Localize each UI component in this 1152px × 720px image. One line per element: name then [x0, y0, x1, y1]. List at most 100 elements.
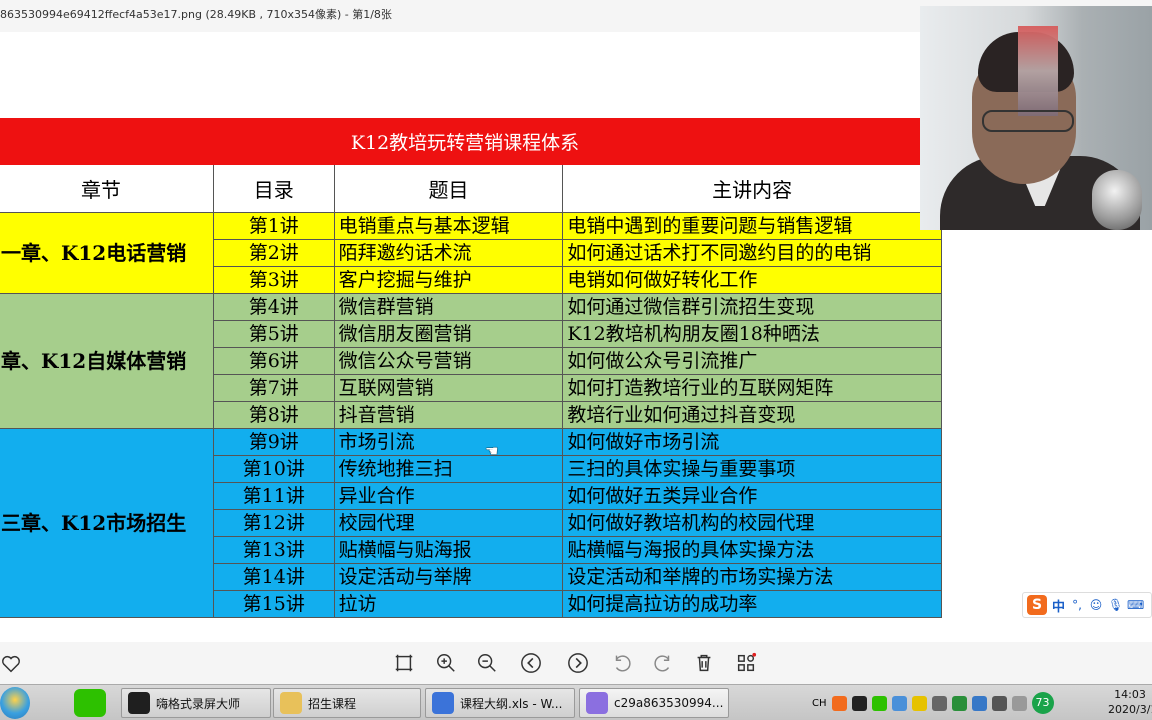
chapter-cell: 一章、K12电话营销	[0, 212, 214, 294]
topic-cell: 微信公众号营销	[333, 347, 564, 375]
ime-lang[interactable]: 中	[1052, 596, 1065, 615]
chapter-cell: 章、K12自媒体营销	[0, 293, 214, 429]
table-caption: K12教培玩转营销课程体系	[0, 118, 942, 165]
lecture-number-cell: 第9讲	[212, 428, 335, 456]
emoji-icon[interactable]: ☺	[1089, 598, 1103, 612]
chapter-cell: 三章、K12市场招生	[0, 428, 214, 618]
zoom-in-icon[interactable]	[433, 650, 459, 676]
content-cell: 如何做公众号引流推广	[562, 347, 942, 375]
content-cell: 如何做好市场引流	[562, 428, 942, 456]
microphone-icon	[1092, 170, 1142, 230]
sogou-tray-icon[interactable]	[831, 695, 847, 711]
next-icon[interactable]	[565, 650, 591, 676]
content-cell: 如何打造教培行业的互联网矩阵	[562, 374, 942, 402]
zoom-out-icon[interactable]	[474, 650, 500, 676]
system-tray: CH 73	[812, 689, 1054, 717]
topic-cell: 拉访	[333, 590, 564, 618]
lecture-number-cell: 第1讲	[212, 212, 335, 240]
lecture-number-cell: 第8讲	[212, 401, 335, 429]
tray-badge[interactable]: 73	[1031, 692, 1054, 714]
crop-icon[interactable]	[391, 650, 417, 676]
clock[interactable]: 14:03 2020/3/1	[1108, 687, 1152, 717]
wechat-icon[interactable]	[74, 689, 106, 717]
lecture-number-cell: 第2讲	[212, 239, 335, 267]
shield-tray-icon[interactable]	[951, 695, 967, 711]
table-row: 一章、K12电话营销 第1讲 电销重点与基本逻辑 电销中遇到的重要问题与销售逻辑	[0, 212, 942, 294]
topic-cell: 校园代理	[333, 509, 564, 537]
spreadsheet-icon	[432, 692, 454, 714]
cloud-tray-icon[interactable]	[891, 695, 907, 711]
content-cell: 如何通过微信群引流招生变现	[562, 293, 942, 321]
topic-cell: 互联网营销	[333, 374, 564, 402]
lecture-number-cell: 第7讲	[212, 374, 335, 402]
topic-cell: 传统地推三扫	[333, 455, 564, 483]
lecture-number-cell: 第5讲	[212, 320, 335, 348]
wechat-tray-icon[interactable]	[871, 695, 887, 711]
lecture-number-cell: 第6讲	[212, 347, 335, 375]
content-cell: 如何做好教培机构的校园代理	[562, 509, 942, 537]
volume-tray-icon[interactable]	[991, 695, 1007, 711]
content-cell: K12教培机构朋友圈18种晒法	[562, 320, 942, 348]
recorder-icon	[128, 692, 150, 714]
previous-icon[interactable]	[518, 650, 544, 676]
viewer-toolbar	[0, 642, 1152, 684]
header-topic: 题目	[333, 164, 564, 213]
start-button-icon[interactable]	[0, 687, 30, 719]
lecture-number-cell: 第4讲	[212, 293, 335, 321]
topic-cell: 陌拜邀约话术流	[333, 239, 564, 267]
hand-cursor-icon: ☚	[485, 442, 499, 460]
lang-indicator[interactable]: CH	[812, 698, 827, 709]
content-cell: 电销如何做好转化工作	[562, 266, 942, 294]
topic-cell: 抖音营销	[333, 401, 564, 429]
keyboard-icon[interactable]: ⌨	[1127, 598, 1144, 612]
header-content: 主讲内容	[562, 164, 942, 213]
clock-time: 14:03	[1114, 688, 1146, 701]
table-row: 三章、K12市场招生 第9讲 市场引流 如何做好市场引流	[0, 428, 942, 618]
content-cell: 三扫的具体实操与重要事项	[562, 455, 942, 483]
rotate-right-icon[interactable]	[650, 650, 676, 676]
power-tray-icon[interactable]	[1011, 695, 1027, 711]
signal-tray-icon[interactable]	[931, 695, 947, 711]
ime-punct[interactable]: °,	[1070, 598, 1084, 612]
sogou-logo-icon[interactable]: S	[1027, 595, 1047, 615]
topic-cell: 贴横幅与贴海报	[333, 536, 564, 564]
content-cell: 如何做好五类异业合作	[562, 482, 942, 510]
taskbar: 嗨格式录屏大师 招生课程 课程大纲.xls - W... c29a8635309…	[0, 684, 1152, 720]
favorite-icon[interactable]	[0, 651, 24, 677]
task-spreadsheet[interactable]: 课程大纲.xls - W...	[425, 688, 575, 718]
ime-toolbar[interactable]: S 中 °, ☺ 🎙 ⌨	[1022, 592, 1152, 618]
course-table: K12教培玩转营销课程体系 章节 目录 题目 主讲内容 一章、K12电话营销 第1…	[0, 118, 942, 618]
lecture-number-cell: 第14讲	[212, 563, 335, 591]
content-cell: 设定活动和举牌的市场实操方法	[562, 563, 942, 591]
security-tray-icon[interactable]	[911, 695, 927, 711]
task-screen-recorder[interactable]: 嗨格式录屏大师	[121, 688, 271, 718]
content-cell: 如何通过话术打不同邀约目的的电销	[562, 239, 942, 267]
image-viewer: 863530994e69412ffecf4a53e17.png (28.49KB…	[0, 0, 1152, 684]
recorder-tray-icon[interactable]	[851, 695, 867, 711]
topic-cell: 设定活动与举牌	[333, 563, 564, 591]
network-tray-icon[interactable]	[971, 695, 987, 711]
voice-icon[interactable]: 🎙	[1108, 598, 1123, 612]
task-image-viewer[interactable]: c29a863530994...	[579, 688, 729, 718]
topic-cell: 客户挖掘与维护	[333, 266, 564, 294]
delete-icon[interactable]	[691, 650, 717, 676]
content-cell: 如何提高拉访的成功率	[562, 590, 942, 618]
header-chapter: 章节	[0, 164, 214, 213]
folder-icon	[280, 692, 302, 714]
image-viewer-icon	[586, 692, 608, 714]
rotate-left-icon[interactable]	[609, 650, 635, 676]
topic-cell: 微信朋友圈营销	[333, 320, 564, 348]
clock-date: 2020/3/1	[1108, 703, 1152, 716]
more-apps-icon[interactable]	[733, 650, 759, 676]
content-cell: 电销中遇到的重要问题与销售逻辑	[562, 212, 942, 240]
viewer-title: 863530994e69412ffecf4a53e17.png (28.49KB…	[0, 8, 392, 21]
topic-cell: 异业合作	[333, 482, 564, 510]
task-folder[interactable]: 招生课程	[273, 688, 421, 718]
lecture-number-cell: 第10讲	[212, 455, 335, 483]
webcam-overlay	[920, 6, 1152, 230]
lecture-number-cell: 第12讲	[212, 509, 335, 537]
topic-cell: 市场引流	[333, 428, 564, 456]
content-cell: 教培行业如何通过抖音变现	[562, 401, 942, 429]
content-cell: 贴横幅与海报的具体实操方法	[562, 536, 942, 564]
topic-cell: 电销重点与基本逻辑	[333, 212, 564, 240]
